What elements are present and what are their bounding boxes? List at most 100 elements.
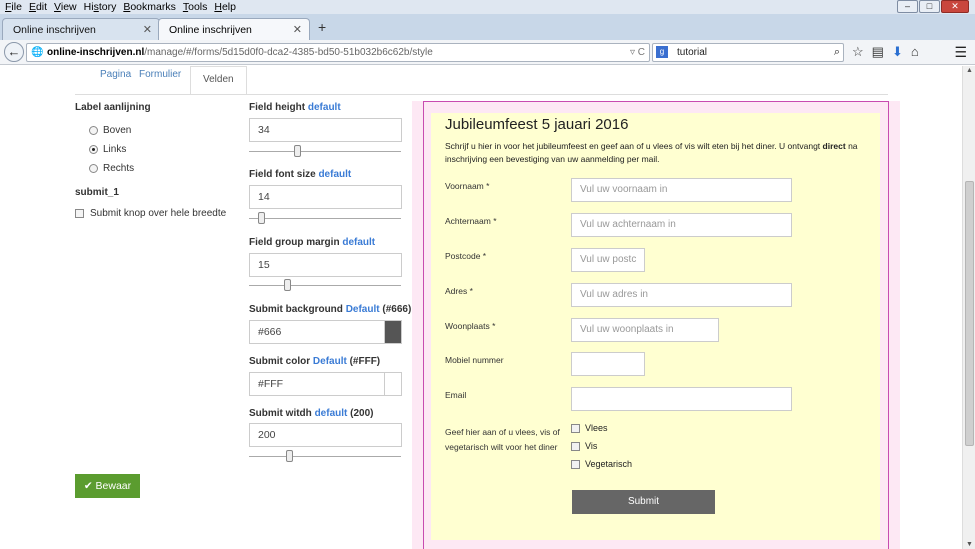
bookmark-star-icon[interactable]: ☆: [852, 44, 864, 60]
menu-history[interactable]: History: [84, 1, 117, 13]
search-value: tutorial: [677, 47, 708, 58]
mobiel-input[interactable]: [571, 352, 645, 376]
field-label: Mobiel nummer: [445, 355, 504, 365]
menu-view[interactable]: View: [54, 1, 77, 13]
checkbox-icon[interactable]: [75, 209, 84, 218]
field-font-size-input[interactable]: 14: [249, 185, 402, 209]
voornaam-input[interactable]: Vul uw voornaam in: [571, 178, 792, 202]
radio-icon[interactable]: [89, 164, 98, 173]
checkbox-icon[interactable]: [571, 423, 580, 433]
search-engine-icon[interactable]: g: [656, 46, 668, 58]
menu-bookmarks[interactable]: Bookmarks: [123, 1, 176, 13]
submit-color-swatch[interactable]: [384, 372, 402, 396]
woonplaats-input[interactable]: Vul uw woonplaats in: [571, 318, 719, 342]
page-content: Pagina Formulier Velden Label aanlijning…: [0, 66, 962, 549]
field-height-input[interactable]: 34: [249, 118, 402, 142]
choice-label: Geef hier aan of u vlees, vis of vegetari…: [445, 427, 560, 452]
tab-title: Online inschrijven: [169, 24, 252, 36]
field-label: Email: [445, 390, 467, 400]
field-height-slider[interactable]: [249, 145, 401, 157]
browser-tab[interactable]: Online inschrijven ✕: [2, 18, 160, 40]
field-font-size-label: Field font size default: [249, 169, 352, 180]
field-height-default-link[interactable]: default: [308, 102, 341, 113]
menu-tools[interactable]: Tools: [183, 1, 208, 13]
close-tab-icon[interactable]: ✕: [293, 23, 302, 36]
browser-tab-active[interactable]: Online inschrijven ✕: [158, 18, 310, 40]
submit-background-label: Submit background Default (#666): [249, 304, 412, 315]
home-icon[interactable]: ⌂: [911, 44, 919, 60]
slider-handle[interactable]: [294, 145, 301, 157]
url-domain: online-inschrijven.nl: [47, 47, 145, 58]
choice-vis[interactable]: Vis: [571, 441, 597, 451]
field-height-label: Field height default: [249, 102, 341, 113]
slider-handle[interactable]: [284, 279, 291, 291]
submit-color-default-link[interactable]: Default: [313, 356, 347, 367]
submit-button[interactable]: Submit: [572, 490, 715, 514]
scrollbar[interactable]: ▲ ▼: [962, 66, 975, 549]
minimize-icon[interactable]: –: [897, 0, 918, 13]
slider-handle[interactable]: [286, 450, 293, 462]
new-tab-button[interactable]: +: [318, 19, 326, 35]
search-icon[interactable]: ⌕: [834, 44, 840, 61]
url-path: /manage/#/forms/5d15d0f0-dca2-4385-bd50-…: [144, 47, 433, 58]
scrollbar-thumb[interactable]: [965, 181, 974, 446]
search-bar[interactable]: g tutorial ⌕: [652, 43, 844, 62]
tab-pagina[interactable]: Pagina: [100, 69, 131, 80]
submit-color-input[interactable]: #FFF: [249, 372, 402, 396]
email-input[interactable]: [571, 387, 792, 411]
checkbox-icon[interactable]: [571, 459, 580, 469]
menu-help[interactable]: Help: [214, 1, 236, 13]
checkbox-icon[interactable]: [571, 441, 580, 451]
achternaam-input[interactable]: Vul uw achternaam in: [571, 213, 792, 237]
submit-width-slider[interactable]: [249, 450, 401, 462]
field-font-size-slider[interactable]: [249, 212, 401, 224]
choice-vlees[interactable]: Vlees: [571, 423, 608, 433]
label-alignment-title: Label aanlijning: [75, 102, 151, 113]
submit-color-label: Submit color Default (#FFF): [249, 356, 381, 367]
scroll-down-icon[interactable]: ▼: [966, 541, 973, 548]
choice-vegetarisch[interactable]: Vegetarisch: [571, 459, 632, 469]
close-window-icon[interactable]: ✕: [941, 0, 969, 13]
tab-title: Online inschrijven: [13, 24, 96, 36]
site-identity-icon[interactable]: 🌐: [31, 44, 43, 61]
full-width-checkbox[interactable]: Submit knop over hele breedte: [75, 208, 226, 219]
radio-links[interactable]: Links: [89, 144, 126, 155]
field-label: Adres *: [445, 286, 473, 296]
tab-formulier[interactable]: Formulier: [139, 69, 181, 80]
maximize-icon[interactable]: □: [919, 0, 940, 13]
radio-rechts[interactable]: Rechts: [89, 163, 134, 174]
field-group-margin-slider[interactable]: [249, 279, 401, 291]
submit-background-input[interactable]: #666: [249, 320, 402, 344]
menu-file[interactable]: File: [5, 1, 22, 13]
radio-boven[interactable]: Boven: [89, 125, 131, 136]
download-icon[interactable]: ⬇: [892, 44, 903, 60]
hamburger-menu-icon[interactable]: ☰: [954, 44, 967, 61]
postcode-input[interactable]: Vul uw postc: [571, 248, 645, 272]
field-group-margin-input[interactable]: 15: [249, 253, 402, 277]
field-font-size-default-link[interactable]: default: [318, 169, 351, 180]
submit-background-swatch[interactable]: [384, 320, 402, 344]
tab-divider: [75, 94, 888, 95]
reload-icon[interactable]: ▿ C: [630, 44, 645, 61]
save-button[interactable]: ✔ Bewaar: [75, 474, 140, 498]
field-group-margin-label: Field group margin default: [249, 237, 376, 248]
field-label: Woonplaats *: [445, 321, 496, 331]
adres-input[interactable]: Vul uw adres in: [571, 283, 792, 307]
close-tab-icon[interactable]: ✕: [143, 23, 152, 36]
submit-width-input[interactable]: 200: [249, 423, 402, 447]
toolbar-icons: ☆ ▤ ⬇ ⌂: [852, 44, 919, 60]
slider-handle[interactable]: [258, 212, 265, 224]
submit-background-default-link[interactable]: Default: [346, 304, 380, 315]
field-group-margin-default-link[interactable]: default: [342, 237, 375, 248]
radio-icon[interactable]: [89, 126, 98, 135]
form-description: Schrijf u hier in voor het jubileumfeest…: [445, 141, 858, 164]
radio-checked-icon[interactable]: [89, 145, 98, 154]
tab-velden[interactable]: Velden: [190, 66, 247, 95]
scroll-up-icon[interactable]: ▲: [966, 67, 973, 74]
submit-width-default-link[interactable]: default: [315, 408, 348, 419]
url-bar[interactable]: 🌐 online-inschrijven.nl/manage/#/forms/5…: [26, 43, 650, 62]
form-title: Jubileumfeest 5 jauari 2016: [445, 116, 629, 133]
bookmarks-list-icon[interactable]: ▤: [872, 44, 884, 60]
menu-edit[interactable]: Edit: [29, 1, 47, 13]
back-button[interactable]: ←: [4, 42, 24, 62]
